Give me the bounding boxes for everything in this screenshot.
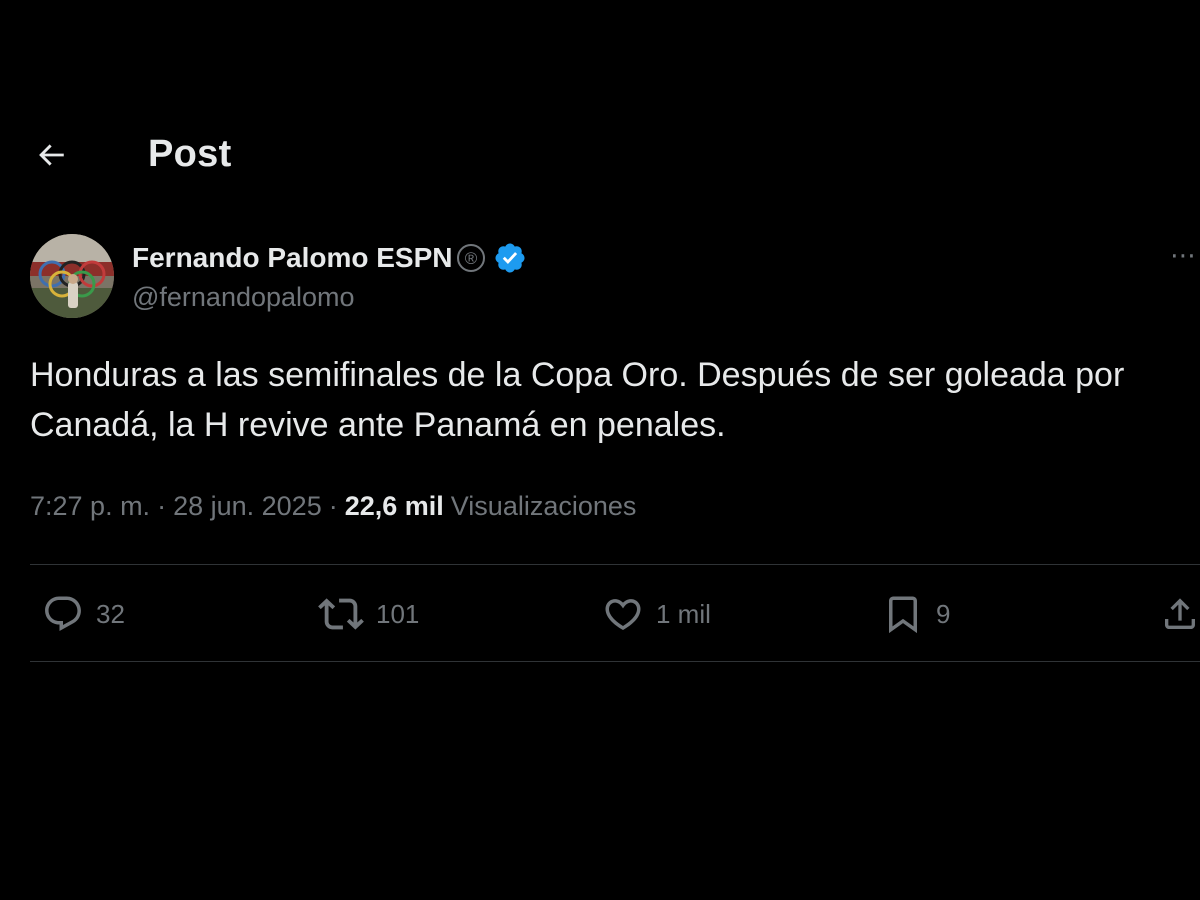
back-button[interactable] xyxy=(28,134,74,176)
reply-count: 32 xyxy=(96,598,125,629)
divider-bottom xyxy=(30,661,1200,662)
meta-separator: · xyxy=(157,490,167,521)
post-author: Fernando Palomo ESPN ® @fernandopalomo ⋯ xyxy=(30,234,1200,324)
arrow-left-icon xyxy=(39,144,64,166)
heart-icon xyxy=(605,599,641,631)
verified-badge-icon[interactable] xyxy=(492,240,528,276)
post-date[interactable]: 28 jun. 2025 xyxy=(173,491,322,522)
bookmark-count: 9 xyxy=(936,598,951,629)
repost-count: 101 xyxy=(376,598,420,629)
page-header: Post xyxy=(0,120,1200,190)
share-button[interactable] xyxy=(1160,588,1200,640)
more-options-button[interactable]: ⋯ xyxy=(1170,242,1200,276)
page-title: Post xyxy=(148,133,232,175)
meta-separator: · xyxy=(328,490,338,521)
reply-button[interactable]: 32 xyxy=(42,588,125,640)
post-page: Post Fernando Palomo ESPN ® @fernandopal… xyxy=(0,0,1200,900)
divider-top xyxy=(30,564,1200,565)
like-count: 1 mil xyxy=(656,598,711,629)
bookmark-icon xyxy=(889,596,917,634)
views-count: 22,6 mil xyxy=(344,490,444,521)
registered-mark-icon: ® xyxy=(456,243,486,273)
repost-button[interactable]: 101 xyxy=(318,588,419,640)
display-name-row: Fernando Palomo ESPN ® xyxy=(132,238,528,278)
avatar-image xyxy=(30,234,114,318)
share-icon xyxy=(1165,598,1195,629)
repost-icon xyxy=(318,598,364,630)
display-name[interactable]: Fernando Palomo ESPN xyxy=(132,242,453,274)
avatar[interactable] xyxy=(30,234,114,318)
post-text: Honduras a las semifinales de la Copa Or… xyxy=(30,356,1125,444)
post-time[interactable]: 7:27 p. m. xyxy=(30,491,150,522)
views-label: Visualizaciones xyxy=(450,490,637,521)
reply-icon xyxy=(45,596,81,631)
post-meta: 7:27 p. m. · 28 jun. 2025 · 22,6 mil Vis… xyxy=(30,486,636,526)
registered-mark-text: ® xyxy=(464,249,477,268)
action-bar: 32 101 1 mil 9 xyxy=(30,588,1200,640)
bookmark-button[interactable]: 9 xyxy=(882,588,950,640)
like-button[interactable]: 1 mil xyxy=(602,588,711,640)
author-handle[interactable]: @fernandopalomo xyxy=(132,282,355,313)
